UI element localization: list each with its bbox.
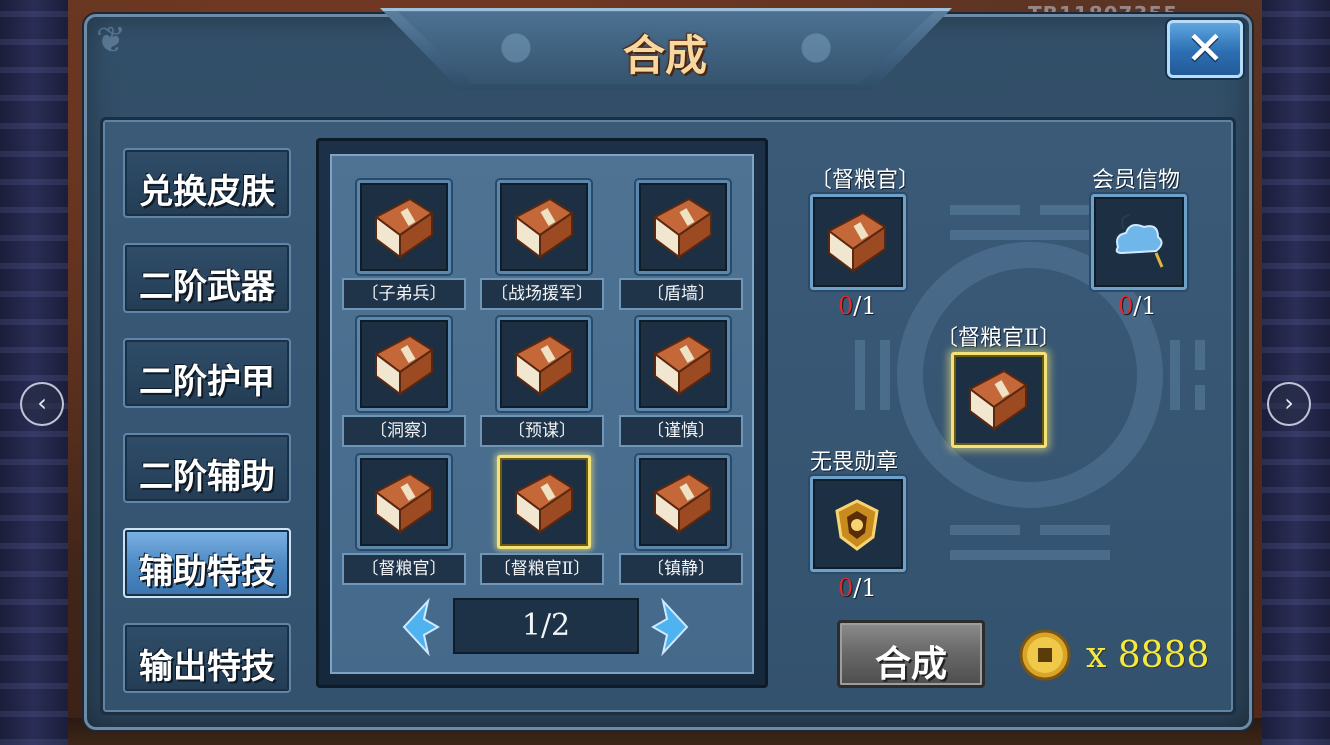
shield-medal-icon <box>823 491 891 557</box>
skill-slot[interactable] <box>357 180 451 274</box>
skill-slot[interactable] <box>636 455 730 549</box>
skill-slot-label: 〔子弟兵〕 <box>342 278 466 310</box>
skill-slot[interactable] <box>357 317 451 411</box>
next-page-arrow[interactable]: › <box>1267 382 1311 426</box>
skill-book-icon <box>649 195 717 261</box>
close-icon: ✕ <box>1185 21 1225 75</box>
skill-slot-label: 〔督粮官〕 <box>342 553 466 585</box>
pager-prev-arrow-icon[interactable] <box>398 597 444 657</box>
tab-3[interactable]: 二阶护甲 <box>123 338 291 408</box>
material-count: 0/1 <box>838 574 877 602</box>
skill-slot-label: 〔盾墙〕 <box>619 278 743 310</box>
tab-1[interactable]: 兑换皮肤 <box>123 148 291 218</box>
material-count: 0/1 <box>1118 292 1157 320</box>
material-need: /1 <box>853 292 877 320</box>
skill-book-icon <box>649 332 717 398</box>
skill-slot-label: 〔谨慎〕 <box>619 415 743 447</box>
gold-coin-icon <box>1019 629 1071 681</box>
result-name: 〔督粮官Ⅱ〕 <box>936 326 1061 351</box>
synthesize-button[interactable]: 合成 <box>837 620 985 688</box>
synthesize-button-label: 合成 <box>874 643 947 685</box>
skill-slot-label: 〔镇静〕 <box>619 553 743 585</box>
material-name: 会员信物 <box>1092 168 1181 193</box>
tab-2[interactable]: 二阶武器 <box>123 243 291 313</box>
skill-book-icon <box>510 195 578 261</box>
material-have: 0 <box>838 292 854 320</box>
material-need: /1 <box>853 574 877 602</box>
close-button[interactable]: ✕ <box>1167 20 1243 78</box>
skill-book-icon <box>370 195 438 261</box>
material-name: 无畏勋章 <box>810 450 899 475</box>
material-need: /1 <box>1133 292 1157 320</box>
tab-5[interactable]: 辅助特技 <box>123 528 291 598</box>
pager-indicator: 1/2 <box>453 598 639 654</box>
skill-slot-label: 〔预谋〕 <box>480 415 604 447</box>
cloud-token-icon <box>1104 209 1172 275</box>
skill-slot[interactable] <box>357 455 451 549</box>
material-slot[interactable] <box>1091 194 1187 290</box>
material-slot[interactable] <box>810 476 906 572</box>
skill-book-icon <box>370 470 438 536</box>
coin-amount: x 8888 <box>1086 635 1210 676</box>
skill-slot-label: 〔督粮官Ⅱ〕 <box>480 553 604 585</box>
tab-label: 二阶武器 <box>139 267 275 307</box>
pager-next-arrow-icon[interactable] <box>647 597 693 657</box>
skill-book-icon <box>823 209 891 275</box>
tab-label: 二阶辅助 <box>139 457 275 497</box>
material-count: 0/1 <box>838 292 877 320</box>
result-slot[interactable] <box>951 352 1047 448</box>
left-pillar-decoration <box>0 0 68 745</box>
skill-slot[interactable] <box>497 180 591 274</box>
material-slot[interactable] <box>810 194 906 290</box>
material-name: 〔督粮官〕 <box>810 168 921 193</box>
skill-book-icon <box>964 367 1032 433</box>
skill-slot[interactable] <box>497 455 591 549</box>
tab-label: 辅助特技 <box>139 552 275 592</box>
skill-book-icon <box>649 470 717 536</box>
skill-slot[interactable] <box>497 317 591 411</box>
skill-book-icon <box>510 332 578 398</box>
material-have: 0 <box>838 574 854 602</box>
material-have: 0 <box>1118 292 1134 320</box>
skill-slot[interactable] <box>636 317 730 411</box>
tab-label: 输出特技 <box>139 647 275 687</box>
skill-book-icon <box>510 470 578 536</box>
tab-label: 兑换皮肤 <box>139 172 275 212</box>
prev-page-arrow[interactable]: ‹ <box>20 382 64 426</box>
tab-4[interactable]: 二阶辅助 <box>123 433 291 503</box>
tab-label: 二阶护甲 <box>139 362 275 402</box>
dialog-title: 合成 <box>622 31 707 80</box>
tab-6[interactable]: 输出特技 <box>123 623 291 693</box>
skill-slot[interactable] <box>636 180 730 274</box>
skill-slot-label: 〔战场援军〕 <box>480 278 604 310</box>
right-pillar-decoration <box>1262 0 1330 745</box>
skill-slot-label: 〔洞察〕 <box>342 415 466 447</box>
skill-book-icon <box>370 332 438 398</box>
